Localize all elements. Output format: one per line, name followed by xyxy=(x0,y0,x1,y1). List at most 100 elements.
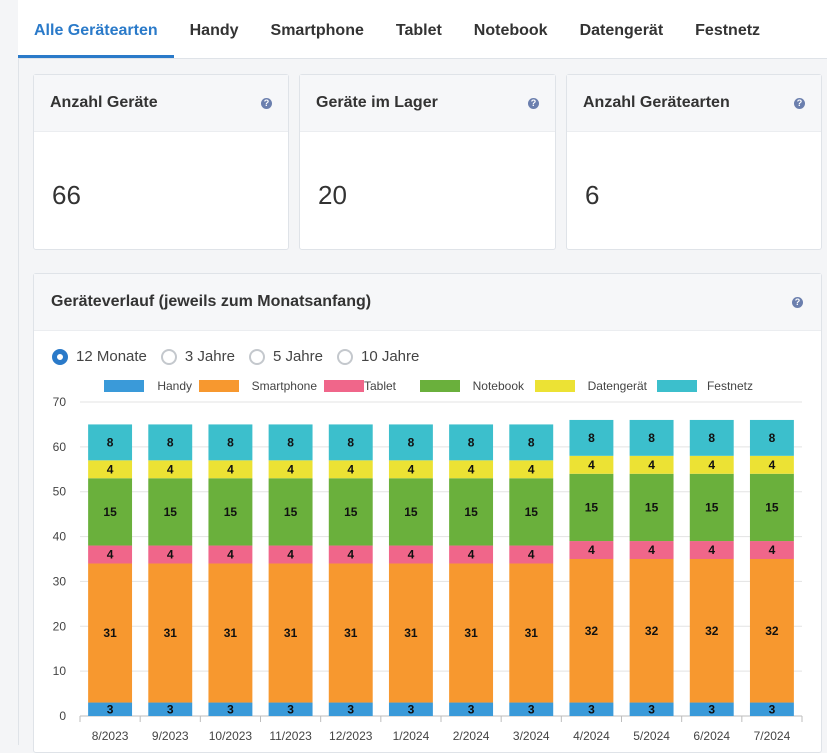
data-label: 15 xyxy=(705,500,719,514)
x-tick-label: 9/2023 xyxy=(152,729,189,743)
legend-label: Smartphone xyxy=(252,379,318,393)
legend-swatch xyxy=(657,380,697,392)
data-label: 4 xyxy=(167,548,174,562)
data-label: 4 xyxy=(528,548,535,562)
x-tick-label: 5/2024 xyxy=(633,729,670,743)
y-tick-label: 10 xyxy=(53,664,67,678)
data-label: 4 xyxy=(227,548,234,562)
data-label: 4 xyxy=(107,462,114,476)
data-label: 15 xyxy=(103,505,117,519)
data-label: 3 xyxy=(468,702,475,716)
data-label: 15 xyxy=(284,505,298,519)
data-label: 3 xyxy=(648,702,655,716)
data-label: 4 xyxy=(468,462,475,476)
y-tick-label: 0 xyxy=(59,709,66,723)
data-label: 15 xyxy=(344,505,358,519)
legend-swatch xyxy=(104,380,144,392)
x-tick-label: 2/2024 xyxy=(453,729,490,743)
data-label: 15 xyxy=(765,500,779,514)
x-tick-label: 10/2023 xyxy=(209,729,253,743)
x-tick-label: 6/2024 xyxy=(693,729,730,743)
data-label: 8 xyxy=(167,435,174,449)
y-tick-label: 50 xyxy=(53,485,67,499)
legend-swatch xyxy=(199,380,239,392)
data-label: 4 xyxy=(107,548,114,562)
y-tick-label: 30 xyxy=(53,574,67,588)
data-label: 4 xyxy=(708,543,715,557)
data-label: 31 xyxy=(464,626,478,640)
data-label: 15 xyxy=(404,505,418,519)
data-label: 4 xyxy=(408,548,415,562)
data-label: 31 xyxy=(404,626,418,640)
x-tick-label: 7/2024 xyxy=(754,729,791,743)
legend-swatch xyxy=(535,380,575,392)
data-label: 3 xyxy=(107,702,114,716)
data-label: 3 xyxy=(708,702,715,716)
x-tick-label: 1/2024 xyxy=(393,729,430,743)
data-label: 8 xyxy=(107,435,114,449)
data-label: 31 xyxy=(525,626,539,640)
data-label: 4 xyxy=(528,462,535,476)
data-label: 3 xyxy=(528,702,535,716)
data-label: 4 xyxy=(769,458,776,472)
data-label: 32 xyxy=(645,624,659,638)
data-label: 8 xyxy=(468,435,475,449)
data-label: 4 xyxy=(347,548,354,562)
data-label: 32 xyxy=(585,624,599,638)
data-label: 4 xyxy=(769,543,776,557)
data-label: 8 xyxy=(408,435,415,449)
data-label: 31 xyxy=(164,626,178,640)
data-label: 8 xyxy=(528,435,535,449)
data-label: 4 xyxy=(287,548,294,562)
data-label: 3 xyxy=(769,702,776,716)
data-label: 8 xyxy=(227,435,234,449)
data-label: 3 xyxy=(588,702,595,716)
y-tick-label: 20 xyxy=(53,619,67,633)
data-label: 15 xyxy=(645,500,659,514)
legend-swatch xyxy=(324,380,364,392)
data-label: 8 xyxy=(588,431,595,445)
data-label: 8 xyxy=(648,431,655,445)
data-label: 8 xyxy=(347,435,354,449)
data-label: 32 xyxy=(765,624,779,638)
data-label: 4 xyxy=(648,543,655,557)
legend-swatch xyxy=(420,380,460,392)
data-label: 3 xyxy=(167,702,174,716)
data-label: 4 xyxy=(708,458,715,472)
data-label: 4 xyxy=(167,462,174,476)
legend-label: Datengerät xyxy=(588,379,648,393)
data-label: 31 xyxy=(344,626,358,640)
data-label: 4 xyxy=(648,458,655,472)
data-label: 8 xyxy=(287,435,294,449)
data-label: 3 xyxy=(287,702,294,716)
x-tick-label: 8/2023 xyxy=(92,729,129,743)
data-label: 15 xyxy=(585,500,599,514)
data-label: 31 xyxy=(284,626,298,640)
data-label: 4 xyxy=(588,543,595,557)
data-label: 4 xyxy=(227,462,234,476)
data-label: 15 xyxy=(164,505,178,519)
data-label: 4 xyxy=(588,458,595,472)
legend-label: Tablet xyxy=(364,379,397,393)
data-label: 15 xyxy=(464,505,478,519)
y-tick-label: 60 xyxy=(53,440,67,454)
x-tick-label: 12/2023 xyxy=(329,729,373,743)
legend-label: Festnetz xyxy=(707,379,753,393)
stacked-bar-chart: 0 10 20 30 40 50 60 70 3 31 4 15 4 8 8/2023 3 31 4 15 4 8 9/2… xyxy=(53,379,803,743)
data-label: 4 xyxy=(408,462,415,476)
data-label: 4 xyxy=(468,548,475,562)
data-label: 3 xyxy=(227,702,234,716)
data-label: 8 xyxy=(708,431,715,445)
data-label: 4 xyxy=(347,462,354,476)
data-label: 15 xyxy=(224,505,238,519)
data-label: 3 xyxy=(347,702,354,716)
data-label: 4 xyxy=(287,462,294,476)
data-label: 15 xyxy=(525,505,539,519)
legend-label: Handy xyxy=(157,379,192,393)
x-tick-label: 3/2024 xyxy=(513,729,550,743)
data-label: 31 xyxy=(224,626,238,640)
data-label: 31 xyxy=(103,626,117,640)
data-label: 32 xyxy=(705,624,719,638)
data-label: 3 xyxy=(408,702,415,716)
y-tick-label: 70 xyxy=(53,395,67,409)
